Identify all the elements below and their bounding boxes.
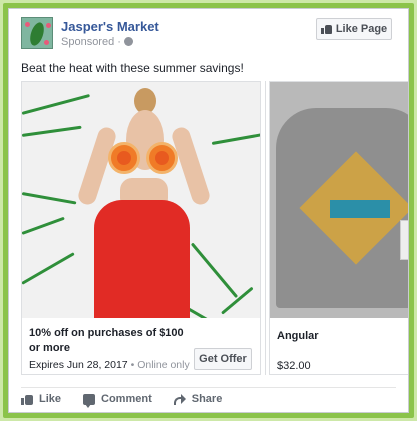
like-icon bbox=[21, 394, 33, 405]
comment-button[interactable]: Comment bbox=[83, 393, 152, 408]
share-button[interactable]: Share bbox=[173, 393, 223, 405]
comment-icon bbox=[83, 393, 96, 408]
divider bbox=[21, 387, 396, 388]
share-icon bbox=[173, 393, 186, 405]
share-label: Share bbox=[191, 393, 223, 405]
get-offer-button[interactable]: Get Offer bbox=[194, 348, 252, 370]
carousel-next-arrow-icon[interactable]: › bbox=[400, 220, 408, 260]
sponsored-text: Sponsored bbox=[61, 36, 115, 48]
carousel-card-product[interactable]: › Angular $32.00 bbox=[269, 81, 408, 375]
thumbs-up-icon bbox=[320, 24, 332, 34]
offer-separator: • bbox=[130, 359, 135, 371]
post-caption: Beat the heat with these summer savings! bbox=[21, 61, 244, 75]
page-name[interactable]: Jasper's Market bbox=[61, 19, 159, 34]
carousel-card-offer[interactable]: 10% off on purchases of $100 or more Exp… bbox=[21, 81, 261, 375]
product-title: Angular bbox=[277, 330, 319, 342]
like-button[interactable]: Like bbox=[21, 393, 61, 405]
offer-availability: Online only bbox=[137, 359, 190, 371]
page-avatar[interactable] bbox=[21, 17, 53, 49]
offer-title: 10% off on purchases of $100 or more bbox=[29, 327, 184, 354]
like-page-button[interactable]: Like Page bbox=[316, 18, 392, 40]
like-page-label: Like Page bbox=[335, 23, 388, 35]
sponsored-post: Jasper's Market Sponsored · Like Page Be… bbox=[8, 8, 409, 413]
offer-expiry-date: Expires Jun 28, 2017 bbox=[29, 359, 128, 371]
post-actions: Like Comment Share bbox=[21, 393, 223, 408]
comment-label: Comment bbox=[101, 393, 152, 405]
sponsored-label: Sponsored · bbox=[61, 36, 133, 48]
globe-icon bbox=[123, 37, 133, 46]
like-label: Like bbox=[39, 393, 62, 405]
ad-carousel: 10% off on purchases of $100 or more Exp… bbox=[21, 81, 408, 375]
product-price: $32.00 bbox=[277, 360, 311, 372]
tshirt-image bbox=[270, 82, 408, 318]
offer-image bbox=[22, 82, 260, 318]
offer-expiry: Expires Jun 28, 2017 • Online only bbox=[29, 359, 190, 371]
